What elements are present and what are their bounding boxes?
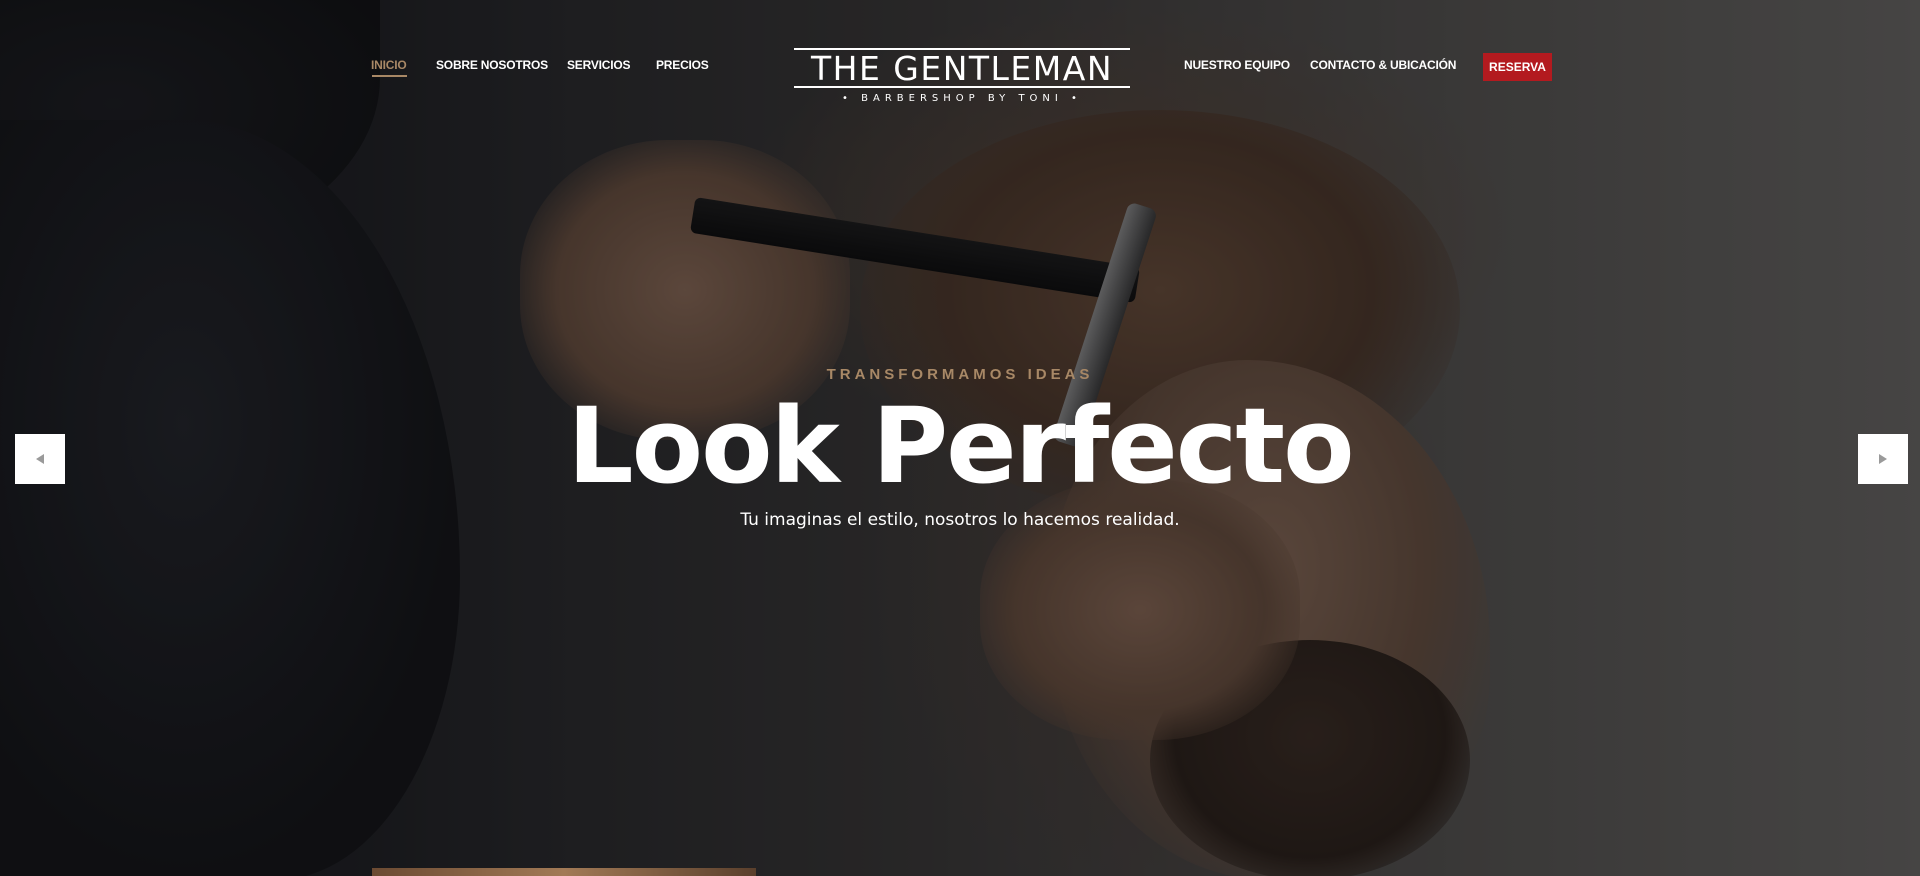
- nav-link-nuestro-equipo[interactable]: NUESTRO EQUIPO: [1184, 58, 1290, 72]
- nav-link-sobre-nosotros[interactable]: SOBRE NOSOTROS: [436, 58, 548, 72]
- main-navigation: INICIO SOBRE NOSOTROS SERVICIOS PRECIOS …: [0, 0, 1920, 110]
- hero-eyebrow: TRANSFORMAMOS IDEAS: [826, 366, 1094, 383]
- arrow-left-icon: [34, 453, 46, 465]
- logo-rule-bottom: [794, 86, 1130, 88]
- slider-prev-button[interactable]: [15, 434, 65, 484]
- nav-active-underline: [372, 75, 407, 77]
- nav-link-contacto-ubicacion[interactable]: CONTACTO & UBICACIÓN: [1310, 58, 1456, 72]
- hero-slider: INICIO SOBRE NOSOTROS SERVICIOS PRECIOS …: [0, 0, 1920, 876]
- nav-link-inicio[interactable]: INICIO: [371, 58, 407, 72]
- reserva-button[interactable]: RESERVA: [1483, 53, 1552, 81]
- nav-link-precios[interactable]: PRECIOS: [656, 58, 709, 72]
- nav-link-servicios[interactable]: SERVICIOS: [567, 58, 631, 72]
- arrow-right-icon: [1877, 453, 1889, 465]
- hero-headline: Look Perfecto: [567, 385, 1354, 507]
- slider-next-button[interactable]: [1858, 434, 1908, 484]
- logo-subtitle: • BARBERSHOP BY TONI •: [842, 93, 1082, 104]
- hero-subline: Tu imaginas el estilo, nosotros lo hacem…: [740, 510, 1180, 530]
- site-logo[interactable]: THE GENTLEMAN • BARBERSHOP BY TONI •: [794, 48, 1130, 106]
- logo-title: THE GENTLEMAN: [810, 49, 1114, 88]
- next-section-preview: [372, 868, 756, 876]
